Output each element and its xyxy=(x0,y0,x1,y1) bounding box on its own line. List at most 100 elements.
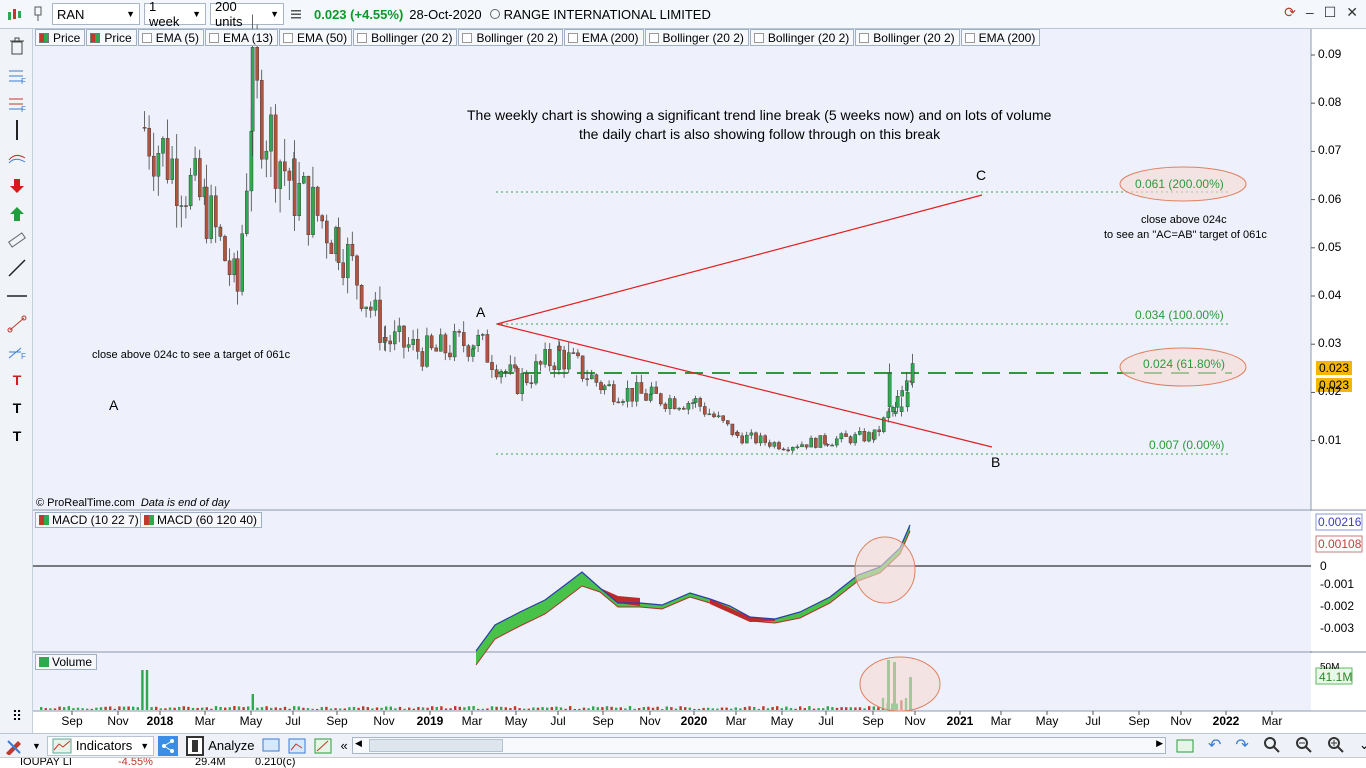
indicator-tab[interactable]: Bollinger (20 2) xyxy=(644,29,749,46)
volume-bar xyxy=(490,706,494,710)
horizontal-scrollbar[interactable]: ◀ ▶ xyxy=(352,737,1166,754)
close-icon[interactable]: ✕ xyxy=(1346,4,1358,21)
radio-icon[interactable] xyxy=(489,9,500,19)
volume-bar xyxy=(366,707,369,710)
indicator-tab[interactable]: Price xyxy=(35,29,86,46)
volume-bar xyxy=(578,708,581,710)
volume-bar xyxy=(293,706,296,710)
share-icon[interactable] xyxy=(154,735,182,756)
refresh-icon[interactable]: ⟳ xyxy=(1284,4,1296,21)
trash-icon[interactable] xyxy=(6,35,28,57)
volume-bar xyxy=(799,706,802,710)
volume-bar xyxy=(592,706,595,710)
text-icon[interactable]: T xyxy=(6,397,28,419)
up-arrow-icon[interactable] xyxy=(6,203,28,225)
macd-series xyxy=(475,524,911,666)
scrollbar-thumb[interactable] xyxy=(369,739,503,752)
vertical-line-icon[interactable] xyxy=(6,119,28,141)
minimize-icon[interactable]: – xyxy=(1306,4,1314,21)
pen-icon[interactable] xyxy=(0,736,28,756)
double-chevron-left-icon[interactable]: « xyxy=(336,736,351,756)
indicator-tab[interactable]: Bollinger (20 2) xyxy=(458,29,563,46)
indicator-tab[interactable]: EMA (200) xyxy=(563,29,644,46)
candle-body xyxy=(668,398,672,409)
indicator-color-icon xyxy=(209,32,220,43)
layout-icon[interactable] xyxy=(284,736,310,756)
volume-bar xyxy=(145,670,149,710)
channel-icon[interactable] xyxy=(6,147,28,169)
undo-icon[interactable]: ↶ xyxy=(1204,735,1225,755)
more-tools-icon[interactable]: ⠿ xyxy=(6,705,28,727)
volume-tab[interactable]: Volume xyxy=(35,654,98,670)
indicator-color-icon xyxy=(283,32,294,43)
volume-bar xyxy=(863,708,866,710)
volume-bar xyxy=(454,706,457,710)
units-select[interactable]: 200 units ▼ xyxy=(210,0,284,29)
scroll-left-icon[interactable]: ◀ xyxy=(355,738,362,749)
chart-toolbar: RAN ▼ 1 week ▼ 200 units ▼ 0.023 (+4.55%… xyxy=(0,0,1366,29)
time-tick-label: Sep xyxy=(326,714,348,728)
time-tick-label: Jul xyxy=(285,714,301,728)
macd-tab-2[interactable]: MACD (60 120 40) xyxy=(140,512,263,528)
volume-bar xyxy=(412,708,415,710)
trend-line-icon[interactable] xyxy=(6,257,28,279)
chart-edit-icon[interactable] xyxy=(310,736,336,756)
text-red-icon[interactable]: T xyxy=(6,369,28,391)
text-bold-icon[interactable]: T xyxy=(6,425,28,447)
fibonacci-icon[interactable]: F xyxy=(6,65,28,87)
time-tick-label: Nov xyxy=(107,714,129,728)
zoom-fit-icon[interactable] xyxy=(1259,735,1285,755)
volume-bar xyxy=(573,708,576,710)
pin-icon[interactable] xyxy=(28,4,48,24)
candle-body xyxy=(659,393,663,405)
candle-body xyxy=(302,175,306,184)
down-arrow-icon[interactable] xyxy=(6,175,28,197)
redo-icon[interactable]: ↷ xyxy=(1231,735,1252,755)
maximize-icon[interactable]: ☐ xyxy=(1324,4,1337,21)
volume-bar xyxy=(109,706,112,710)
chevron-down-icon: ▼ xyxy=(126,9,135,19)
candle-body xyxy=(887,372,892,408)
zoom-out-icon[interactable] xyxy=(1291,735,1317,755)
label-a: A xyxy=(476,304,486,320)
macd-tab-1[interactable]: MACD (10 22 7) xyxy=(35,512,144,528)
volume-bar xyxy=(887,660,890,710)
period-select[interactable]: 1 week ▼ xyxy=(144,0,206,29)
chevron-down-icon[interactable]: ▼ xyxy=(28,736,45,756)
indicator-color-icon xyxy=(964,32,975,43)
indicator-tab[interactable]: EMA (50) xyxy=(279,29,353,46)
candlestick-series xyxy=(142,14,915,454)
volume-bar xyxy=(546,707,549,710)
settings-icon[interactable] xyxy=(288,4,304,24)
volume-bar xyxy=(527,708,530,710)
volume-color-icon xyxy=(39,657,49,667)
ruler-icon[interactable] xyxy=(6,229,28,251)
grid-view-icon[interactable] xyxy=(1172,735,1198,755)
volume-bar xyxy=(743,707,747,710)
segment-icon[interactable] xyxy=(6,313,28,335)
watchlist-ticker[interactable]: IOUPAY LI xyxy=(20,758,72,768)
candle-body xyxy=(471,348,475,357)
ticker-select[interactable]: RAN ▼ xyxy=(52,3,140,25)
indicator-tab[interactable]: EMA (13) xyxy=(205,29,279,46)
fibonacci-retracement-icon[interactable]: F xyxy=(6,93,28,115)
screen-icon[interactable] xyxy=(258,736,284,756)
time-tick-label: May xyxy=(1035,714,1059,728)
scroll-right-icon[interactable]: ▶ xyxy=(1156,738,1163,749)
indicator-tab[interactable]: Price xyxy=(86,29,137,46)
fibonacci-fan-icon[interactable]: F xyxy=(6,341,28,363)
candle-body xyxy=(406,344,411,348)
zoom-in-icon[interactable] xyxy=(1323,735,1349,755)
chart-type-icon[interactable] xyxy=(4,4,24,24)
indicator-tab[interactable]: Bollinger (20 2) xyxy=(855,29,960,46)
indicator-tab[interactable]: Bollinger (20 2) xyxy=(749,29,855,46)
volume-bar xyxy=(647,706,650,710)
horizontal-line-icon[interactable] xyxy=(6,285,28,307)
chevron-down-icon[interactable]: ⌄ xyxy=(1355,735,1366,755)
indicator-tab[interactable]: EMA (200) xyxy=(960,29,1041,46)
indicators-button[interactable]: Indicators ▼ xyxy=(46,735,155,756)
indicator-tab[interactable]: Bollinger (20 2) xyxy=(353,29,458,46)
volume-bar xyxy=(615,707,618,710)
analyze-button[interactable]: Analyze xyxy=(182,735,258,756)
indicator-tab[interactable]: EMA (5) xyxy=(137,29,205,46)
